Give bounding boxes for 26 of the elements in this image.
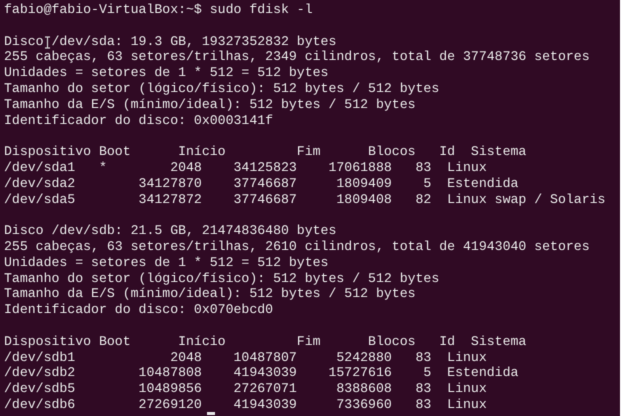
terminal-line: Tamanho da E/S (mínimo/ideal): 512 bytes / 512 bytes: [4, 286, 416, 302]
disk-label: Disco: [4, 34, 44, 50]
terminal-line: Dispositivo Boot Início Fim Blocos Id Sistema: [4, 334, 526, 350]
terminal-line: /dev/sda5 34127872 37746687 1809408 82 Linux swap / Solaris: [4, 192, 606, 208]
terminal-line: 255 cabeças, 63 setores/trilhas, 2610 cilindros, total de 41943040 setores: [4, 238, 590, 255]
disk-summary: /dev/sdb: 21.5 GB, 21474836480 bytes: [51, 223, 336, 239]
terminal-line: /dev/sdb5 10489856 27267071 8388608 83 Linux: [4, 381, 487, 397]
terminal-line: Identificador do disco: 0x0003141f: [4, 112, 274, 128]
terminal-line: Tamanho da E/S (mínimo/ideal): 512 bytes / 512 bytes: [4, 96, 416, 113]
terminal-line: fabio@fabio-VirtualBox:~$ sudo fdisk -l: [4, 2, 313, 18]
terminal-line: 255 cabeças, 63 setores/trilhas, 2349 cilindros, total de 37748736 setores: [4, 49, 590, 66]
terminal-line: /dev/sda1 * 2048 34125823 17061888 83 Linux: [4, 160, 487, 176]
terminal-line: /dev/sdb1 2048 10487807 5242880 83 Linux: [4, 350, 487, 366]
terminal-line: /dev/sda2 34127870 37746687 1809409 5 Estendida: [4, 176, 518, 192]
disk-summary: /dev/sda: 19.3 GB, 19327352832 bytes: [51, 34, 336, 50]
terminal-cursor: [207, 412, 215, 415]
terminal-line: Unidades = setores de 1 * 512 = 512 bytes: [4, 254, 328, 271]
terminal-line: /dev/sdb2 10487808 41943039 15727616 5 Estendida: [4, 365, 518, 382]
terminal-line: Tamanho do setor (lógico/físico): 512 bytes / 512 bytes: [4, 80, 440, 97]
text-cursor-icon: [44, 36, 51, 49]
terminal-line: Identificador do disco: 0x070ebcd0: [4, 302, 274, 318]
terminal-line: Unidades = setores de 1 * 512 = 512 bytes: [4, 65, 328, 81]
disk-label: Disco: [4, 223, 44, 239]
terminal-line: Dispositivo Boot Início Fim Blocos Id Sistema: [4, 144, 526, 160]
terminal-line: Tamanho do setor (lógico/físico): 512 bytes / 512 bytes: [4, 270, 440, 286]
terminal-line: /dev/sdb6 27269120 41943039 7336960 83 Linux: [4, 396, 487, 413]
